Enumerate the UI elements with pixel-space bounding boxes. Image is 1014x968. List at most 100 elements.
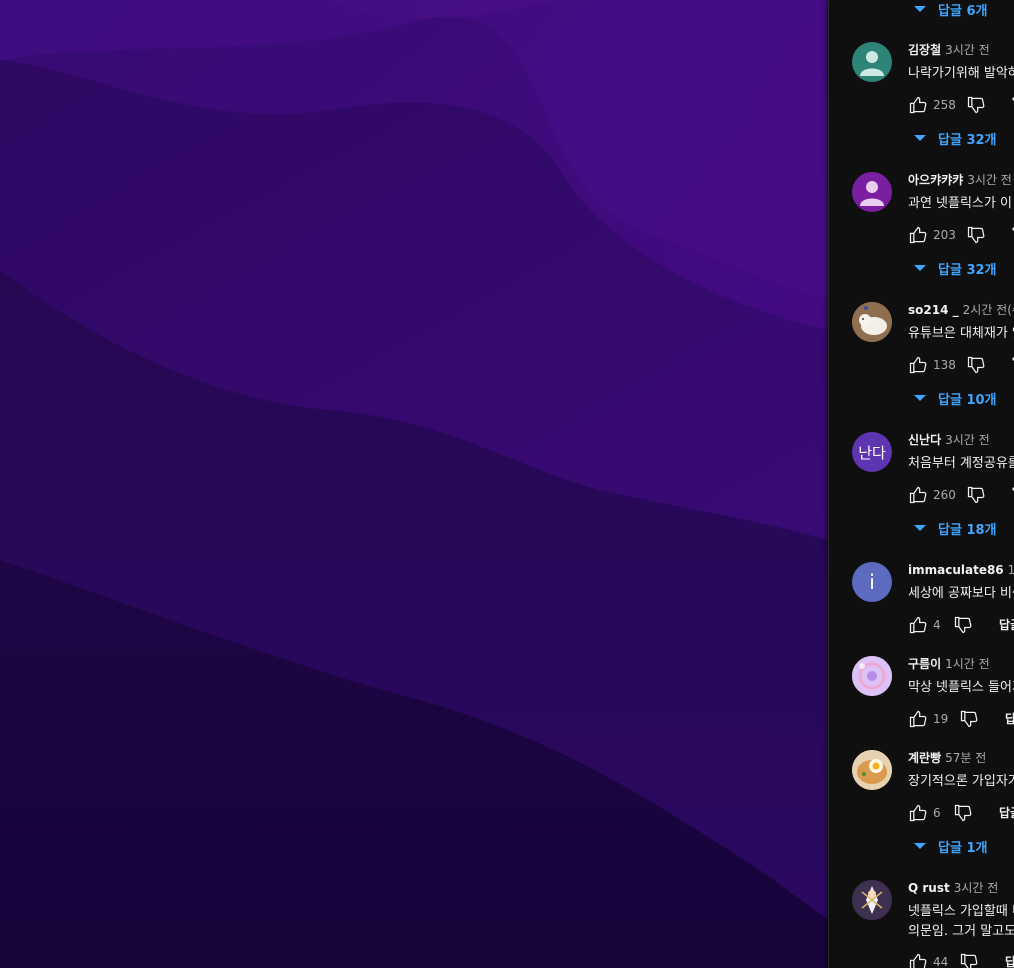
- view-replies-button[interactable]: 답글 1개: [914, 837, 988, 856]
- thumbs-down-icon: [967, 96, 985, 114]
- dislike-button[interactable]: [966, 355, 986, 375]
- like-button[interactable]: [908, 95, 928, 115]
- replies-label: 답글 32개: [938, 132, 997, 148]
- thumbs-down-icon: [960, 953, 978, 968]
- comment-text: 막상 넷플릭스 들어가: [908, 680, 1014, 695]
- replies-label: 답글 18개: [938, 522, 997, 538]
- avatar[interactable]: [852, 42, 892, 82]
- caret-down-icon: [914, 6, 926, 12]
- view-replies-button[interactable]: 답글 10개: [914, 389, 997, 408]
- avatar[interactable]: [852, 750, 892, 790]
- comment-author[interactable]: 구름이: [908, 657, 941, 671]
- like-button[interactable]: [908, 803, 928, 823]
- like-count: 19: [933, 712, 949, 726]
- dislike-button[interactable]: [966, 225, 986, 245]
- reply-button[interactable]: 답글: [999, 617, 1014, 633]
- comment-text-line: 넷플릭스 가입할때 미: [908, 904, 1014, 919]
- avatar[interactable]: 난다: [852, 432, 892, 472]
- like-button[interactable]: [908, 709, 928, 729]
- thumbs-up-icon: [909, 486, 927, 504]
- desktop-wallpaper: [0, 0, 828, 968]
- avatar[interactable]: [852, 172, 892, 212]
- like-button[interactable]: [908, 485, 928, 505]
- dislike-button[interactable]: [953, 803, 973, 823]
- view-replies-button[interactable]: 답글 6개: [914, 0, 988, 19]
- avatar-letter: 난다: [858, 443, 886, 462]
- replies-label: 답글 10개: [938, 392, 997, 408]
- comment-author[interactable]: 계란빵: [908, 751, 941, 765]
- avatar[interactable]: [852, 656, 892, 696]
- comment-author[interactable]: Q rust: [908, 881, 950, 895]
- caret-down-icon: [914, 395, 926, 401]
- thumbs-up-icon: [909, 96, 927, 114]
- reply-button[interactable]: 답: [1005, 954, 1014, 968]
- comment-text: 나락가기위해 발악하: [908, 66, 1014, 81]
- comment-time[interactable]: 57분 전: [945, 751, 986, 765]
- thumbs-up-icon: [909, 356, 927, 374]
- thumbs-up-icon: [909, 616, 927, 634]
- thumbs-down-icon: [967, 486, 985, 504]
- like-button[interactable]: [908, 952, 928, 968]
- dislike-button[interactable]: [966, 485, 986, 505]
- reply-button[interactable]: 답글: [999, 805, 1014, 821]
- thumbs-down-icon: [960, 710, 978, 728]
- comment-author[interactable]: 신난다: [908, 433, 941, 447]
- like-count: 203: [933, 228, 956, 242]
- dislike-button[interactable]: [959, 952, 979, 968]
- comment-author[interactable]: immaculate86: [908, 563, 1004, 577]
- comment-time[interactable]: 3시간 전: [967, 173, 1012, 187]
- like-count: 4: [933, 618, 941, 632]
- avatar-letter: i: [869, 570, 875, 594]
- view-replies-button[interactable]: 답글 18개: [914, 519, 997, 538]
- thumbs-up-icon: [909, 804, 927, 822]
- avatar[interactable]: [852, 302, 892, 342]
- thumbs-down-icon: [954, 616, 972, 634]
- view-replies-button[interactable]: 답글 32개: [914, 259, 997, 278]
- caret-down-icon: [914, 525, 926, 531]
- replies-label: 답글 6개: [938, 3, 988, 19]
- comment-time[interactable]: 1시: [1008, 563, 1014, 577]
- caret-down-icon: [914, 135, 926, 141]
- comment-text: 과연 넷플릭스가 이: [908, 196, 1012, 211]
- like-count: 258: [933, 98, 956, 112]
- comment-time[interactable]: 3시간 전: [945, 433, 990, 447]
- like-count: 44: [933, 955, 949, 968]
- avatar[interactable]: [852, 880, 892, 920]
- comment-text: 처음부터 계정공유를: [908, 456, 1014, 471]
- thumbs-up-icon: [909, 226, 927, 244]
- like-button[interactable]: [908, 225, 928, 245]
- dislike-button[interactable]: [959, 709, 979, 729]
- comment-time[interactable]: 3시간 전: [954, 881, 999, 895]
- thumbs-up-icon: [909, 953, 927, 968]
- like-count: 138: [933, 358, 956, 372]
- thumbs-down-icon: [967, 356, 985, 374]
- thumbs-down-icon: [954, 804, 972, 822]
- thumbs-up-icon: [909, 710, 927, 728]
- dislike-button[interactable]: [966, 95, 986, 115]
- comments-panel[interactable]: 답글 6개 김장철 3시간 전 나락가기위해 발악하 258 답글 32개 아으캬…: [828, 0, 1014, 968]
- like-button[interactable]: [908, 615, 928, 635]
- reply-button[interactable]: 답: [1005, 711, 1014, 727]
- like-count: 260: [933, 488, 956, 502]
- replies-label: 답글 32개: [938, 262, 997, 278]
- comment-text: 유튜브은 대체재가 없: [908, 326, 1014, 341]
- view-replies-button[interactable]: 답글 32개: [914, 129, 997, 148]
- comment-author[interactable]: 김장철: [908, 43, 941, 57]
- comment-text: 장기적으론 가입자가: [908, 774, 1014, 789]
- comment-author[interactable]: 아으캬캬캬: [908, 173, 963, 187]
- thumbs-down-icon: [967, 226, 985, 244]
- comment-text-line: 의문임. 그거 말고도: [908, 924, 1014, 939]
- replies-label: 답글 1개: [938, 840, 988, 856]
- dislike-button[interactable]: [953, 615, 973, 635]
- comment-time[interactable]: 2시간 전(수: [963, 303, 1014, 317]
- avatar[interactable]: i: [852, 562, 892, 602]
- comment-text: 세상에 공짜보다 비싼: [908, 586, 1014, 601]
- comment-text: 넷플릭스 가입할때 미 의문임. 그거 말고도: [908, 902, 1014, 942]
- comment-author[interactable]: so214 _: [908, 303, 959, 317]
- caret-down-icon: [914, 843, 926, 849]
- comment-time[interactable]: 3시간 전: [945, 43, 990, 57]
- like-count: 6: [933, 806, 941, 820]
- caret-down-icon: [914, 265, 926, 271]
- comment-time[interactable]: 1시간 전: [945, 657, 990, 671]
- like-button[interactable]: [908, 355, 928, 375]
